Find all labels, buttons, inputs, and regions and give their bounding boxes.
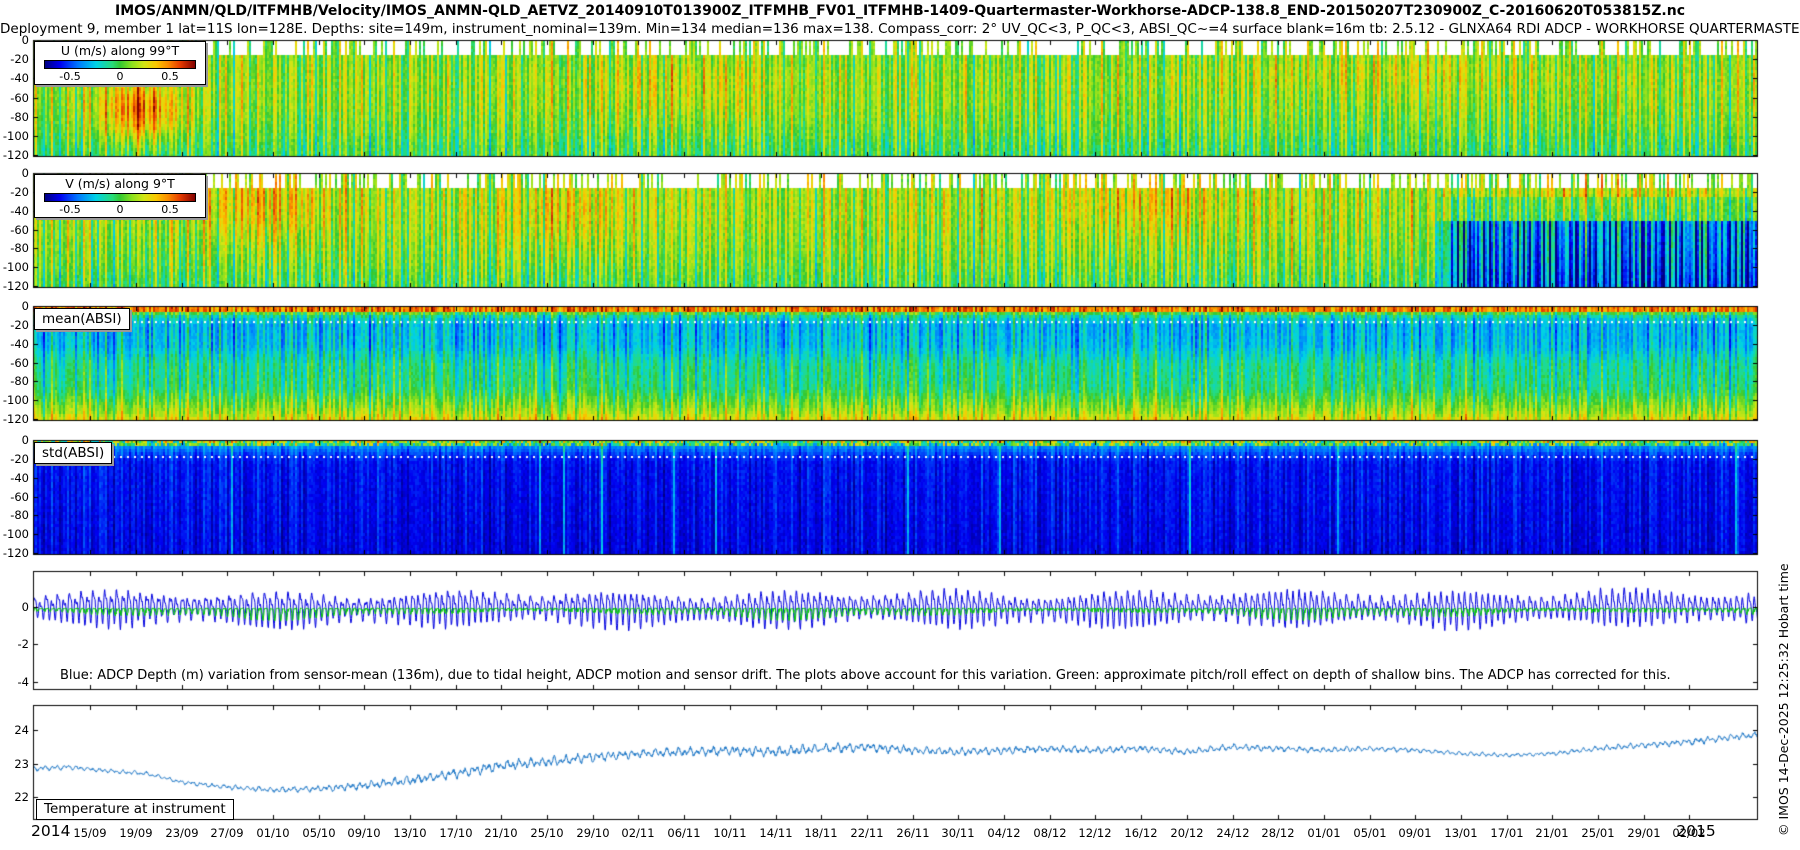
colorbar-u-tick-neg: -0.5 xyxy=(59,70,81,83)
legend-u-title: U (m/s) along 99°T xyxy=(60,43,180,58)
colorbar-v-tick-pos: 0.5 xyxy=(161,203,179,216)
colorbar-v-tick-neg: -0.5 xyxy=(59,203,81,216)
colorbar-u-tick-pos: 0.5 xyxy=(161,70,179,83)
colorbar-v-tick-zero: 0 xyxy=(116,203,124,216)
figure-subtitle: Deployment 9, member 1 lat=11S lon=128E.… xyxy=(0,21,1800,37)
colorbar-u-tick-zero: 0 xyxy=(116,70,124,83)
adcp-figure: IMOS/ANMN/QLD/ITFMHB/Velocity/IMOS_ANMN-… xyxy=(0,0,1800,850)
copyright-vertical-text: © IMOS 14-Dec-2025 12:25:32 Hobart time xyxy=(1776,563,1791,836)
x-axis-year-start: 2014 xyxy=(31,822,71,840)
std-absi-title: std(ABSI) xyxy=(42,445,105,461)
temperature-title: Temperature at instrument xyxy=(44,801,226,817)
label-std-absi: std(ABSI) xyxy=(34,442,113,464)
legend-u-velocity: U (m/s) along 99°T -0.5 0 0.5 xyxy=(34,41,206,85)
mean-absi-title: mean(ABSI) xyxy=(42,311,122,327)
x-axis-year-end: 2015 xyxy=(1676,822,1716,840)
colorbar-v xyxy=(44,193,196,202)
legend-v-velocity: V (m/s) along 9°T -0.5 0 0.5 xyxy=(34,174,206,218)
label-temperature: Temperature at instrument xyxy=(36,799,234,820)
depth-variation-caption: Blue: ADCP Depth (m) variation from sens… xyxy=(60,668,1671,683)
plot-canvas xyxy=(0,0,1800,850)
legend-v-title: V (m/s) along 9°T xyxy=(65,176,175,191)
label-mean-absi: mean(ABSI) xyxy=(34,308,130,330)
colorbar-u xyxy=(44,60,196,69)
figure-title: IMOS/ANMN/QLD/ITFMHB/Velocity/IMOS_ANMN-… xyxy=(114,3,1686,19)
